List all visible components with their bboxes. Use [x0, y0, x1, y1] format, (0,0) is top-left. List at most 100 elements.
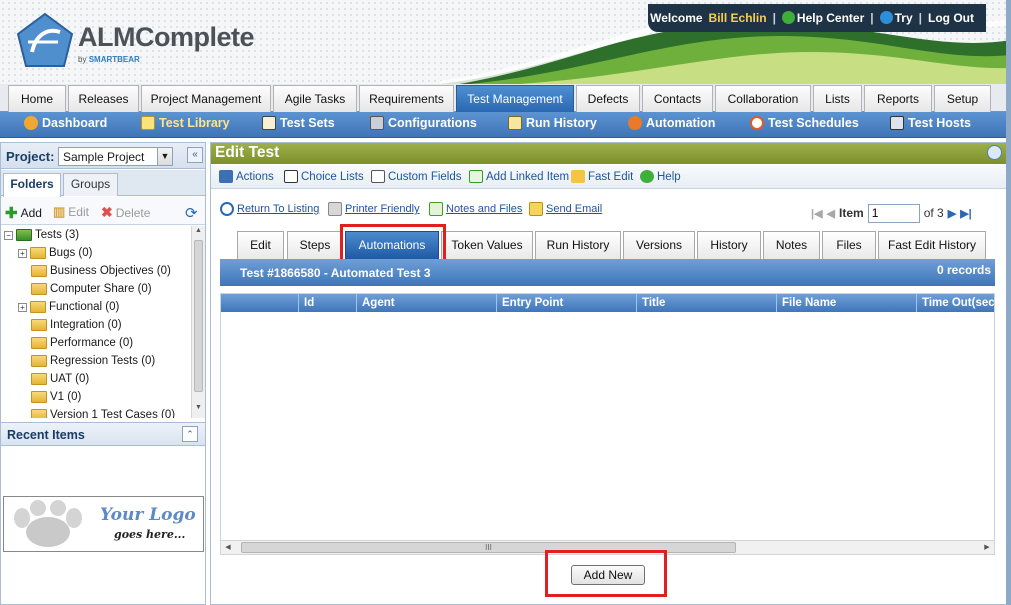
- recent-items-label: Recent Items: [7, 428, 85, 442]
- expand-recent-button[interactable]: ⌃: [182, 426, 198, 442]
- column-header-title[interactable]: Title: [636, 294, 776, 312]
- send-email-link[interactable]: Send Email: [529, 202, 602, 216]
- try-link[interactable]: Try: [879, 11, 913, 25]
- subnav-test-library[interactable]: Test Library: [141, 116, 230, 130]
- collapse-panel-button[interactable]: «: [187, 147, 203, 163]
- add-new-button[interactable]: Add New: [571, 565, 645, 585]
- tree-node-performance[interactable]: Performance (0): [31, 334, 133, 352]
- tab-setup[interactable]: Setup: [934, 85, 991, 112]
- tree-node-tests[interactable]: − Tests (3): [4, 226, 79, 244]
- column-header-id[interactable]: Id: [298, 294, 356, 312]
- tree-node-version-1-test-cases[interactable]: Version 1 Test Cases (0): [31, 406, 175, 418]
- logo-placeholder-title: Your Logo: [100, 505, 196, 525]
- refresh-icon[interactable]: ⟳: [185, 204, 198, 222]
- scrollbar-thumb[interactable]: [194, 240, 203, 392]
- tree-node-functional[interactable]: + Functional (0): [18, 298, 119, 316]
- choice-lists-link[interactable]: Choice Lists: [284, 170, 364, 183]
- collapse-icon[interactable]: −: [4, 230, 13, 240]
- logout-link[interactable]: Log Out: [928, 11, 974, 25]
- user-name: Bill Echlin: [708, 11, 767, 25]
- scroll-up-icon[interactable]: ▲: [192, 227, 205, 239]
- tab-steps[interactable]: Steps: [287, 231, 343, 259]
- custom-fields-link[interactable]: Custom Fields: [371, 170, 462, 183]
- tab-edit[interactable]: Edit: [237, 231, 284, 259]
- tab-requirements[interactable]: Requirements: [359, 85, 454, 112]
- column-header-file-name[interactable]: File Name: [776, 294, 916, 312]
- help-link[interactable]: Help: [640, 170, 681, 183]
- tab-fast-edit-history[interactable]: Fast Edit History: [878, 231, 986, 259]
- tab-agile-tasks[interactable]: Agile Tasks: [273, 85, 357, 112]
- prev-page-icon[interactable]: ◀: [827, 207, 835, 220]
- column-header-entry-point[interactable]: Entry Point: [496, 294, 636, 312]
- refresh-panel-icon[interactable]: [987, 145, 1002, 160]
- tab-automations[interactable]: Automations: [345, 231, 439, 259]
- folder-icon: [30, 247, 46, 259]
- edit-folder-button[interactable]: ▥ Edit: [53, 204, 89, 220]
- subnav-automation[interactable]: Automation: [628, 116, 715, 130]
- last-page-icon[interactable]: ▶|: [960, 207, 972, 220]
- welcome-text: Welcome: [650, 11, 703, 25]
- tab-contacts[interactable]: Contacts: [642, 85, 713, 112]
- tab-defects[interactable]: Defects: [576, 85, 640, 112]
- return-to-listing-link[interactable]: Return To Listing: [220, 202, 319, 216]
- back-arrow-icon: [220, 202, 234, 216]
- pager-item-input[interactable]: [867, 203, 920, 223]
- tab-groups[interactable]: Groups: [63, 173, 118, 196]
- fast-edit-link[interactable]: Fast Edit: [571, 170, 633, 183]
- tab-home[interactable]: Home: [8, 85, 66, 112]
- page-title: Edit Test: [215, 144, 280, 161]
- tree-node-computer-share[interactable]: Computer Share (0): [31, 280, 152, 298]
- tab-project-management[interactable]: Project Management: [141, 85, 271, 112]
- subnav-test-schedules[interactable]: Test Schedules: [750, 116, 859, 130]
- add-folder-button[interactable]: ✚ Add: [5, 204, 42, 222]
- expand-icon[interactable]: +: [18, 302, 27, 312]
- tree-node-v1[interactable]: V1 (0): [31, 388, 81, 406]
- notes-and-files-link[interactable]: Notes and Files: [429, 202, 522, 216]
- subnav-configurations[interactable]: Configurations: [370, 116, 477, 130]
- tree-node-bugs[interactable]: + Bugs (0): [18, 244, 92, 262]
- column-header-agent[interactable]: Agent: [356, 294, 496, 312]
- tree-node-uat[interactable]: UAT (0): [31, 370, 89, 388]
- next-page-icon[interactable]: ▶: [948, 207, 956, 220]
- subnav-dashboard[interactable]: Dashboard: [24, 116, 107, 130]
- tree-scrollbar[interactable]: ▲ ▼: [191, 226, 205, 418]
- record-count: 0 records: [936, 263, 991, 277]
- expand-icon[interactable]: +: [18, 248, 27, 258]
- tab-history[interactable]: History: [697, 231, 761, 259]
- scroll-down-icon[interactable]: ▼: [192, 404, 205, 416]
- test-tabs: Edit Steps Automations Token Values Run …: [211, 229, 1006, 259]
- tab-versions[interactable]: Versions: [623, 231, 695, 259]
- project-select[interactable]: Sample Project ▼: [58, 147, 173, 166]
- delete-folder-button[interactable]: ✖ Delete: [101, 204, 150, 221]
- tab-reports[interactable]: Reports: [864, 85, 932, 112]
- add-linked-item-link[interactable]: Add Linked Item: [469, 170, 569, 183]
- recent-items-header: Recent Items ⌃: [1, 422, 205, 446]
- tab-token-values[interactable]: Token Values: [441, 231, 533, 259]
- column-header-select[interactable]: [221, 294, 298, 312]
- tab-notes[interactable]: Notes: [763, 231, 820, 259]
- printer-friendly-link[interactable]: Printer Friendly: [328, 202, 420, 216]
- folder-icon: [31, 265, 47, 277]
- printer-icon: [328, 202, 342, 216]
- subnav-test-hosts[interactable]: Test Hosts: [890, 116, 971, 130]
- subnav-test-sets[interactable]: Test Sets: [262, 116, 335, 130]
- grid-horizontal-scrollbar[interactable]: ◀ III ▶: [220, 540, 995, 555]
- help-center-link[interactable]: Help Center: [781, 11, 864, 25]
- tab-collaboration[interactable]: Collaboration: [715, 85, 811, 112]
- tab-files[interactable]: Files: [822, 231, 876, 259]
- first-page-icon[interactable]: |◀: [811, 207, 823, 220]
- tree-node-integration[interactable]: Integration (0): [31, 316, 122, 334]
- horizontal-scrollbar-thumb[interactable]: III: [241, 542, 736, 553]
- tab-folders[interactable]: Folders: [3, 173, 61, 197]
- actions-menu[interactable]: Actions: [219, 170, 274, 183]
- column-header-timeout[interactable]: Time Out(sec: [916, 294, 994, 312]
- tab-test-management[interactable]: Test Management: [456, 85, 574, 112]
- tab-lists[interactable]: Lists: [813, 85, 862, 112]
- scroll-left-icon[interactable]: ◀: [222, 541, 234, 554]
- tree-node-regression-tests[interactable]: Regression Tests (0): [31, 352, 155, 370]
- scroll-right-icon[interactable]: ▶: [981, 541, 993, 554]
- tab-run-history[interactable]: Run History: [535, 231, 621, 259]
- subnav-run-history[interactable]: Run History: [508, 116, 597, 130]
- tree-node-business-objectives[interactable]: Business Objectives (0): [31, 262, 171, 280]
- tab-releases[interactable]: Releases: [68, 85, 139, 112]
